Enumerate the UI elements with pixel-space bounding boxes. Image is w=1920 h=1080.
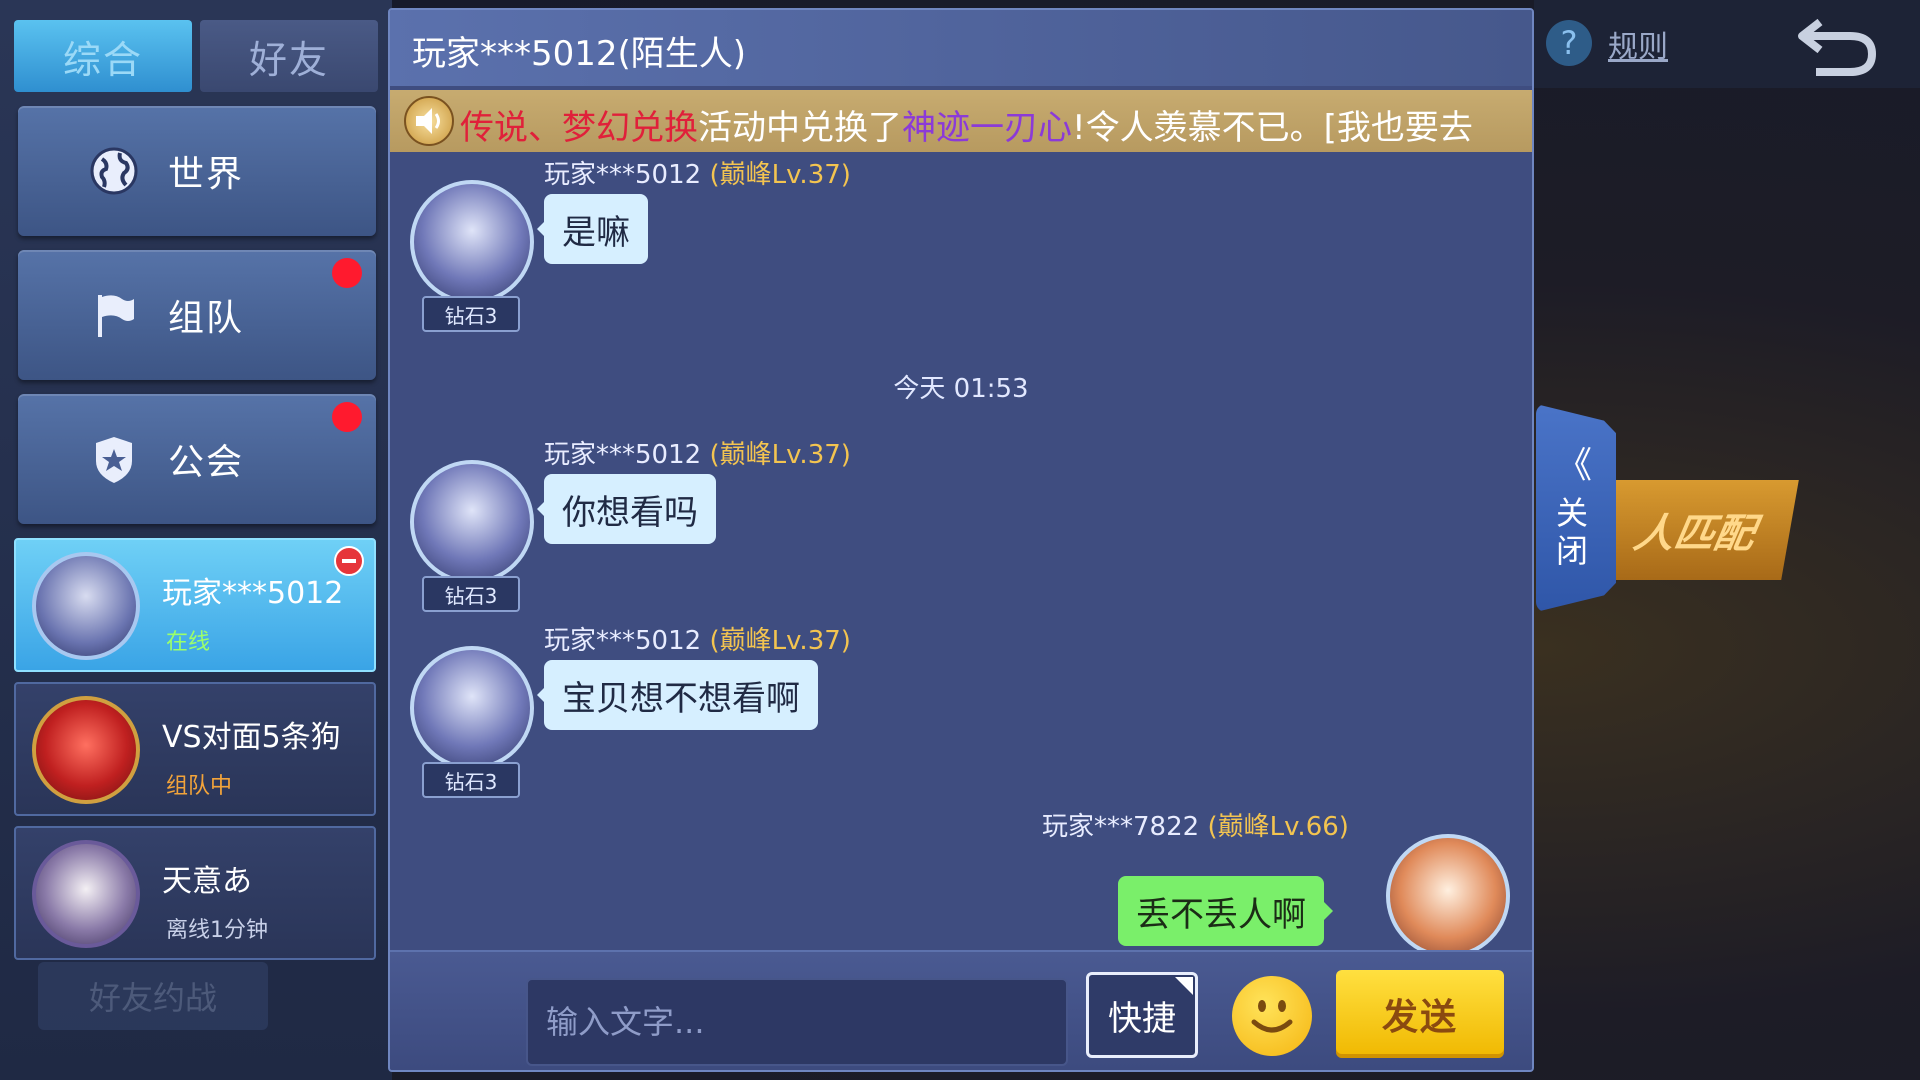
tab-general[interactable]: 综合 xyxy=(14,20,192,92)
sender-level: (巅峰Lv.37) xyxy=(709,440,851,470)
sender-line: 玩家***5012 (巅峰Lv.37) xyxy=(544,154,851,191)
message-timestamp: 今天 01:53 xyxy=(893,374,1029,404)
notification-dot xyxy=(332,258,362,288)
sender-level: (巅峰Lv.66) xyxy=(1207,812,1349,842)
sender-name: 玩家***5012 xyxy=(544,440,702,470)
category-label: 公会 xyxy=(168,442,245,483)
friend-item[interactable]: 玩家***5012 在线 xyxy=(14,538,376,672)
friend-item[interactable]: 天意あ 离线1分钟 xyxy=(14,826,376,960)
message-list[interactable]: 钻石3 玩家***5012 (巅峰Lv.37) 是嘛 今天 01:53 钻石3 … xyxy=(390,154,1532,958)
friend-name: 天意あ xyxy=(162,864,252,899)
flag-icon xyxy=(84,285,144,345)
avatar[interactable] xyxy=(410,646,534,770)
sender-level: (巅峰Lv.37) xyxy=(709,160,851,190)
message-bubble-self: 丢不丢人啊 xyxy=(1118,876,1333,946)
sender-name: 玩家***5012 xyxy=(544,626,702,656)
category-label: 组队 xyxy=(168,298,245,339)
back-arrow-icon[interactable] xyxy=(1792,10,1882,80)
sender-line: 玩家***5012 (巅峰Lv.37) xyxy=(544,620,851,657)
sender-line: 玩家***7822 (巅峰Lv.66) xyxy=(1042,806,1349,843)
category-guild[interactable]: 公会 xyxy=(18,394,376,524)
notice-text: 传说、梦幻兑换活动中兑换了神迹一刃心!令人羡慕不已。[我也要去 xyxy=(460,100,1473,149)
rules-link[interactable]: 规则 xyxy=(1608,22,1668,66)
double-chevron-left-icon: 《 xyxy=(1556,445,1593,486)
tab-friends[interactable]: 好友 xyxy=(200,20,378,92)
send-button[interactable]: 发送 xyxy=(1336,970,1504,1058)
notification-dot xyxy=(332,402,362,432)
remove-friend-icon[interactable] xyxy=(334,546,364,576)
chat-header: 玩家***5012(陌生人) xyxy=(390,10,1532,86)
message-input[interactable] xyxy=(526,978,1068,1066)
match-label: 人匹配 xyxy=(1630,511,1759,557)
category-team[interactable]: 组队 xyxy=(18,250,376,380)
speaker-icon xyxy=(404,96,454,146)
avatar xyxy=(32,840,140,948)
close-panel-tab[interactable]: 《 关闭 xyxy=(1536,404,1616,612)
message-bubble: 宝贝想不想看啊 xyxy=(537,660,818,730)
chat-title: 玩家***5012(陌生人) xyxy=(412,34,747,74)
notice-item-name: 神迹一刃心 xyxy=(902,108,1072,148)
notice-plain: !令人羡慕不已。[我也要去 xyxy=(1072,108,1473,148)
message-bubble: 你想看吗 xyxy=(537,474,716,544)
avatar[interactable] xyxy=(1386,834,1510,958)
chat-input-bar: 快捷 发送 xyxy=(390,950,1532,1070)
match-button[interactable]: 人匹配 xyxy=(1591,480,1799,580)
notice-plain: 活动中兑换了 xyxy=(698,108,902,148)
friend-name: 玩家***5012 xyxy=(162,576,344,611)
sender-level: (巅峰Lv.37) xyxy=(709,626,851,656)
friend-status: 在线 xyxy=(166,630,211,655)
rank-badge: 钻石3 xyxy=(422,576,520,612)
message-bubble: 是嘛 xyxy=(537,194,648,264)
friend-item[interactable]: VS对面5条狗 组队中 xyxy=(14,682,376,816)
sender-name: 玩家***7822 xyxy=(1042,812,1200,842)
emoji-button[interactable] xyxy=(1232,976,1312,1056)
globe-icon xyxy=(84,141,144,201)
shield-star-icon xyxy=(84,429,144,489)
rank-badge: 钻石3 xyxy=(422,296,520,332)
avatar xyxy=(32,696,140,804)
category-world[interactable]: 世界 xyxy=(18,106,376,236)
avatar xyxy=(32,552,140,660)
friend-status: 离线1分钟 xyxy=(166,918,268,943)
chat-panel: 玩家***5012(陌生人) 传说、梦幻兑换活动中兑换了神迹一刃心!令人羡慕不已… xyxy=(388,8,1534,1072)
friend-status: 组队中 xyxy=(166,774,233,799)
notice-highlight: 传说、梦幻兑换 xyxy=(460,108,698,148)
sender-name: 玩家***5012 xyxy=(544,160,702,190)
category-label: 世界 xyxy=(168,154,245,195)
avatar[interactable] xyxy=(410,180,534,304)
smiley-icon xyxy=(1251,1000,1293,1033)
quick-phrase-button[interactable]: 快捷 xyxy=(1086,972,1198,1058)
sender-line: 玩家***5012 (巅峰Lv.37) xyxy=(544,434,851,471)
avatar[interactable] xyxy=(410,460,534,584)
rank-badge: 钻石3 xyxy=(422,762,520,798)
friend-name: VS对面5条狗 xyxy=(162,720,341,755)
close-label: 关闭 xyxy=(1555,494,1588,570)
friend-battle-button[interactable]: 好友约战 xyxy=(38,962,268,1030)
help-icon[interactable]: ? xyxy=(1546,20,1592,66)
broadcast-notice: 传说、梦幻兑换活动中兑换了神迹一刃心!令人羡慕不已。[我也要去 xyxy=(390,90,1532,152)
